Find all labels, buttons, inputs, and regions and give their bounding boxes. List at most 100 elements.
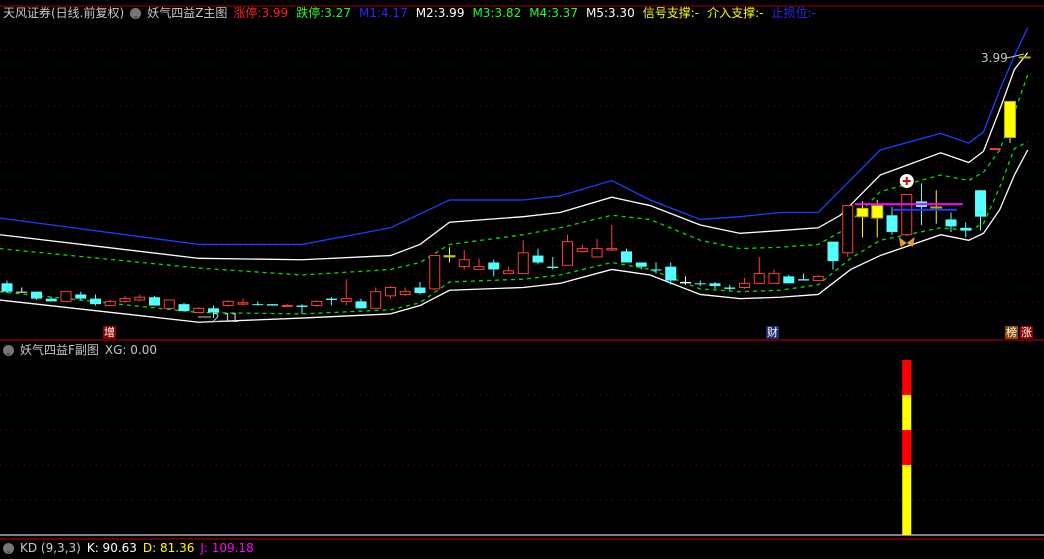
sub-indicator-name[interactable]: 妖气四益F副图 xyxy=(20,342,99,358)
candle-body xyxy=(90,298,101,305)
candle-body xyxy=(709,283,721,287)
candle xyxy=(252,301,264,306)
candle xyxy=(1004,100,1016,144)
candle-body xyxy=(562,241,573,266)
candle xyxy=(104,300,116,307)
xg-bar-segment xyxy=(902,430,912,465)
grid xyxy=(0,49,1044,501)
candle xyxy=(901,193,913,236)
candle xyxy=(768,269,780,284)
candle xyxy=(532,248,544,264)
candle-body xyxy=(370,291,382,309)
candle xyxy=(842,205,854,257)
candle-body xyxy=(960,227,972,231)
marker-zhang[interactable]: 涨 xyxy=(1020,326,1033,339)
header-field-value: - xyxy=(694,6,700,20)
candle xyxy=(591,238,603,258)
candle xyxy=(783,275,795,284)
sub-header: ⌄ 妖气四益F副图 XG: 0.00 xyxy=(3,342,157,358)
candle xyxy=(709,281,721,289)
candle xyxy=(960,222,972,238)
candle xyxy=(650,262,662,274)
header-field-value: 3.99 xyxy=(261,6,289,20)
candle xyxy=(134,294,146,302)
xg-bar-segment xyxy=(902,465,912,535)
price-chart[interactable]: 3.99 2.11 xyxy=(0,0,1044,548)
marker-zeng[interactable]: 增 xyxy=(103,326,116,339)
chevron-down-icon[interactable]: ⌄ xyxy=(130,7,142,20)
candle xyxy=(547,256,559,270)
header-field-value: 3.30 xyxy=(607,6,635,20)
candle-body xyxy=(1,283,13,292)
chevron-down-icon[interactable]: ⌄ xyxy=(3,344,14,357)
candle-body xyxy=(443,255,456,258)
xg-panel xyxy=(902,360,912,535)
candle xyxy=(503,266,514,275)
candle xyxy=(621,248,632,263)
candle xyxy=(355,298,367,309)
kd-k-value: K: 90.63 xyxy=(86,541,137,555)
kd-j-value: J: 109.18 xyxy=(200,541,254,555)
candle xyxy=(753,256,765,284)
candle-body xyxy=(724,287,736,289)
candle-body xyxy=(871,205,884,219)
candle-body xyxy=(842,205,854,254)
candle xyxy=(871,200,884,238)
candle-body xyxy=(414,287,426,294)
header-field: M5: xyxy=(585,6,608,20)
candle-body xyxy=(252,304,264,306)
candle xyxy=(45,297,57,302)
candle xyxy=(340,279,352,306)
high-price-label: 3.99 xyxy=(981,51,1008,65)
candle-body xyxy=(488,262,500,270)
candle xyxy=(163,299,175,309)
candle-body xyxy=(635,262,647,267)
header-field: M3: xyxy=(472,6,495,20)
candle-body xyxy=(267,304,278,306)
candle xyxy=(488,259,500,277)
candle-body xyxy=(60,291,72,302)
candle-body xyxy=(856,207,869,218)
candle-body xyxy=(311,300,323,307)
candle xyxy=(827,241,839,270)
candle xyxy=(975,190,986,231)
kd-indicator-name[interactable]: KD (9,3,3) xyxy=(20,540,81,556)
candle-body xyxy=(178,304,190,312)
chevron-down-icon[interactable]: ⌄ xyxy=(3,542,14,555)
kd-d-value: D: 81.36 xyxy=(142,541,195,555)
candle-body xyxy=(31,291,42,299)
indicator-name[interactable]: 妖气四益Z主图 xyxy=(147,5,227,21)
candle-body xyxy=(576,248,588,252)
candle-body xyxy=(606,248,618,251)
candle-body xyxy=(45,298,57,302)
candle xyxy=(473,258,485,270)
candle xyxy=(193,306,205,314)
candle-body xyxy=(930,206,943,209)
marker-cai[interactable]: 财 xyxy=(766,326,779,339)
header-field: M1: xyxy=(358,6,381,20)
low-price-label: 2.11 xyxy=(212,311,239,325)
xg-bar-segment xyxy=(902,360,912,395)
header-field: 信号支撑: xyxy=(642,6,695,20)
candle-body xyxy=(296,305,308,307)
xg-bar-segment xyxy=(902,395,912,430)
candle-body xyxy=(326,298,337,300)
header-field: 跌停: xyxy=(296,6,325,20)
candle-body xyxy=(694,283,706,285)
candle-body xyxy=(503,270,514,275)
candle xyxy=(1,280,13,294)
candle xyxy=(930,190,943,224)
candle xyxy=(680,276,691,285)
candle-body xyxy=(886,215,898,232)
candle-body xyxy=(739,282,750,289)
header-field-value: 4.17 xyxy=(380,6,408,20)
bands xyxy=(0,27,1029,323)
marker-bang[interactable]: 榜 xyxy=(1005,326,1018,339)
candle-body xyxy=(783,276,795,284)
candle xyxy=(724,284,736,291)
candle xyxy=(739,277,750,289)
candle xyxy=(414,281,426,295)
candle xyxy=(856,201,869,238)
candle-body xyxy=(798,279,809,281)
header-field-value: 3.99 xyxy=(437,6,465,20)
